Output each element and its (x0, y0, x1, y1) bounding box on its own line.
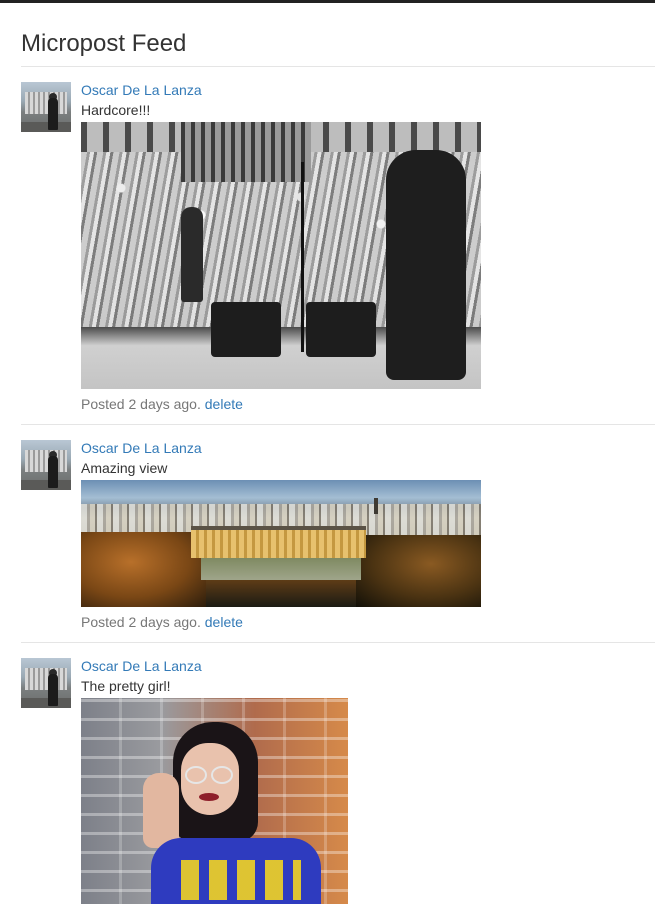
user-name-link[interactable]: Oscar De La Lanza (81, 80, 202, 100)
post-image (81, 480, 481, 607)
divider (21, 66, 655, 67)
post-content: Hardcore!!! (81, 102, 151, 118)
divider (21, 642, 655, 643)
top-navbar-edge (0, 0, 655, 3)
post-content: Amazing view (81, 460, 168, 476)
timestamp-text: Posted 2 days ago. (81, 614, 201, 630)
user-avatar[interactable] (21, 82, 71, 132)
timestamp-text: Posted 2 days ago. (81, 396, 201, 412)
post-content: The pretty girl! (81, 678, 171, 694)
user-avatar[interactable] (21, 440, 71, 490)
post-image (81, 698, 348, 904)
user-avatar[interactable] (21, 658, 71, 708)
user-name-link[interactable]: Oscar De La Lanza (81, 656, 202, 676)
post-image (81, 122, 481, 389)
post-timestamp: Posted 2 days ago. delete (81, 394, 243, 414)
delete-link[interactable]: delete (205, 396, 243, 412)
user-name-link[interactable]: Oscar De La Lanza (81, 438, 202, 458)
delete-link[interactable]: delete (205, 614, 243, 630)
divider (21, 424, 655, 425)
post-timestamp: Posted 2 days ago. delete (81, 612, 243, 632)
page-title: Micropost Feed (21, 30, 187, 57)
